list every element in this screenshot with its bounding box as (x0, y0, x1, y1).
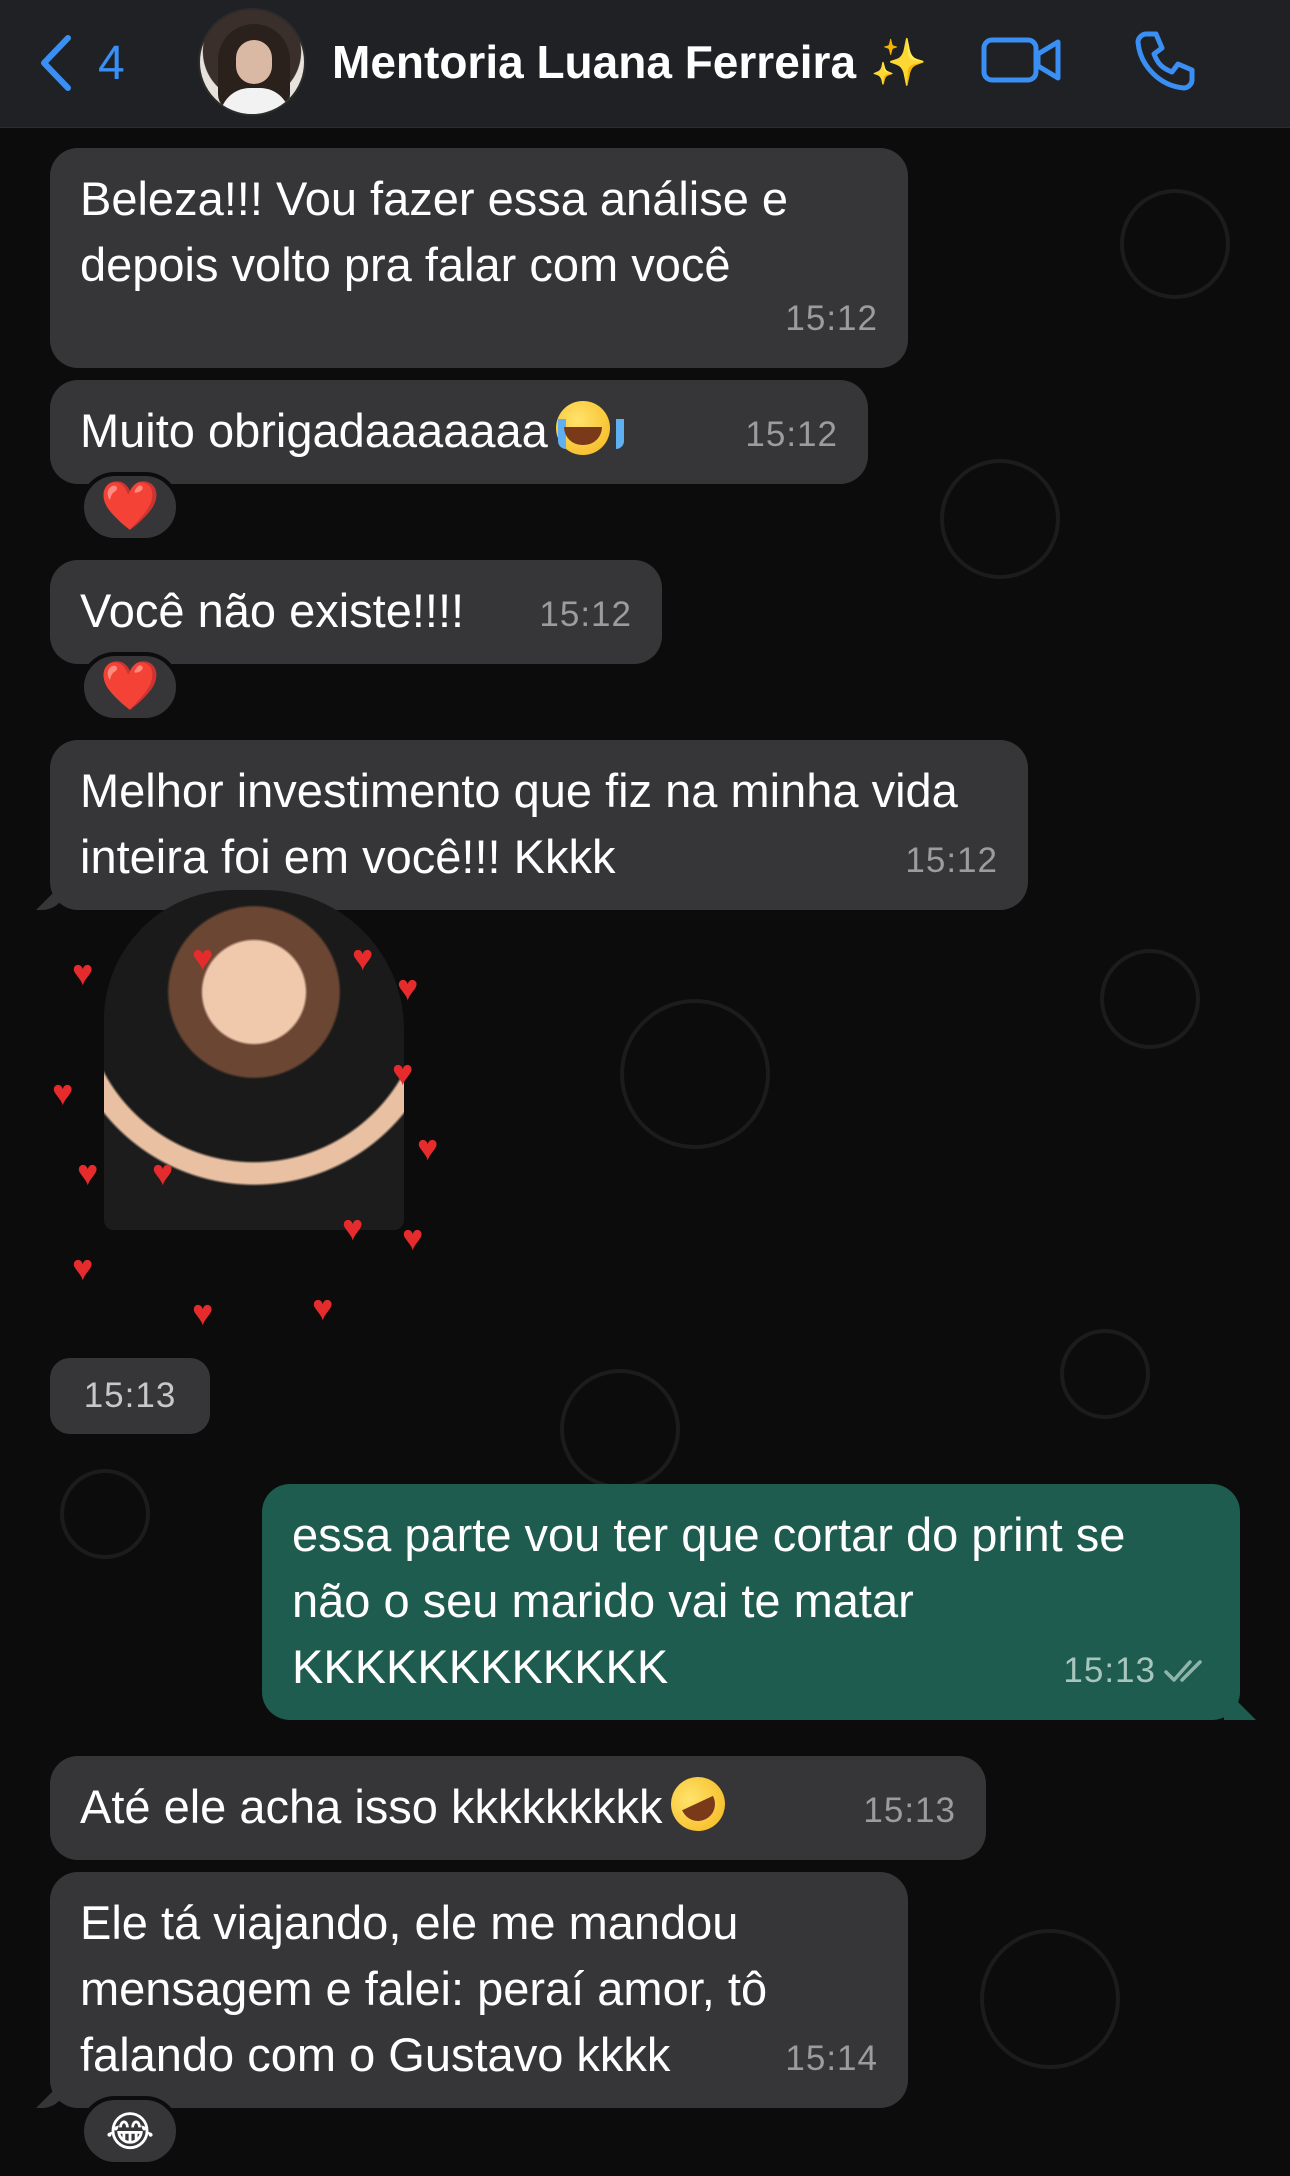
message-time: 15:12 (785, 299, 878, 338)
message-bubble-incoming[interactable]: Você não existe!!!! 15:12 (50, 560, 662, 664)
reaction-badge[interactable]: ❤️ (80, 652, 180, 722)
heart-reaction-icon: ❤️ (100, 660, 160, 713)
message-bubble-incoming[interactable]: Até ele acha isso kkkkkkkkk 15:13 (50, 1756, 986, 1860)
heart-icon: ♥ (72, 1247, 94, 1288)
wallpaper-doodle (1100, 949, 1200, 1049)
message-text: Você não existe!!!! (80, 584, 465, 637)
child-with-hearts-sticker[interactable]: ♥ ♥ ♥ ♥ ♥ ♥ ♥ ♥ ♥ ♥ ♥ ♥ ♥ ♥ (52, 810, 452, 1331)
heart-icon: ♥ (392, 1052, 414, 1093)
message-bubble-incoming[interactable]: Muito obrigadaaaaaaa 15:12 (50, 380, 868, 484)
contact-name-text: Mentoria Luana Ferreira (332, 36, 857, 88)
heart-icon: ♥ (52, 1072, 74, 1113)
message-text: Muito obrigadaaaaaaa (80, 404, 548, 457)
back-button[interactable]: 4 (36, 28, 125, 98)
heart-icon: ♥ (192, 1292, 214, 1333)
sparkles-emoji: ✨ (870, 35, 928, 88)
joy-reaction-icon: 😂 (105, 2107, 155, 2155)
wallpaper-doodle (560, 1369, 680, 1489)
heart-icon: ♥ (342, 1207, 364, 1248)
wallpaper-doodle (980, 1929, 1120, 2069)
heart-icon: ♥ (312, 1287, 334, 1328)
message-text: Beleza!!! Vou fazer essa análise e depoi… (80, 172, 789, 291)
message-time-status: 15:13 (1063, 1638, 1210, 1704)
wallpaper-doodle (620, 999, 770, 1149)
message-text: Até ele acha isso kkkkkkkkk (80, 1780, 663, 1833)
heart-icon: ♥ (72, 952, 94, 993)
heart-icon: ♥ (192, 937, 214, 978)
chat-header: 4 Mentoria Luana Ferreira ✨ (0, 0, 1290, 128)
message-time: 15:12 (539, 595, 632, 634)
wallpaper-doodle (60, 1469, 150, 1559)
message-text: Ele tá viajando, ele me mandou mensagem … (80, 1896, 768, 2081)
sticker-time: 15:13 (50, 1358, 210, 1434)
reaction-badge[interactable]: ❤️ (80, 472, 180, 542)
wallpaper-doodle (940, 459, 1060, 579)
message-time: 15:13 (1063, 1651, 1156, 1690)
message-time: 15:12 (905, 841, 998, 880)
phone-call-icon[interactable] (1132, 28, 1196, 92)
heart-icon: ♥ (402, 1217, 424, 1258)
unread-count: 4 (98, 36, 125, 90)
message-time: 15:14 (785, 2039, 878, 2078)
rolling-on-floor-laughing-icon (661, 1768, 734, 1840)
contact-name[interactable]: Mentoria Luana Ferreira ✨ (332, 32, 927, 92)
heart-icon: ♥ (152, 1152, 174, 1193)
heart-icon: ♥ (397, 967, 419, 1008)
wallpaper-doodle (1060, 1329, 1150, 1419)
heart-icon: ♥ (352, 937, 374, 978)
message-bubble-outgoing[interactable]: essa parte vou ter que cortar do print s… (262, 1484, 1256, 1720)
message-time: 15:12 (745, 415, 838, 454)
heart-icon: ♥ (77, 1152, 99, 1193)
video-call-icon[interactable] (980, 30, 1062, 90)
reaction-badge[interactable]: 😂 (80, 2096, 180, 2166)
wallpaper-doodle (1120, 189, 1230, 299)
message-bubble-incoming[interactable]: Beleza!!! Vou fazer essa análise e depoi… (50, 148, 908, 368)
loudly-crying-face-icon (555, 401, 624, 455)
avatar[interactable] (198, 8, 306, 116)
double-check-icon (1164, 1660, 1202, 1682)
message-time: 15:13 (863, 1791, 956, 1830)
heart-reaction-icon: ❤️ (100, 480, 160, 533)
message-bubble-incoming[interactable]: Ele tá viajando, ele me mandou mensagem … (36, 1872, 908, 2108)
chevron-left-icon (41, 35, 71, 91)
heart-icon: ♥ (417, 1127, 439, 1168)
